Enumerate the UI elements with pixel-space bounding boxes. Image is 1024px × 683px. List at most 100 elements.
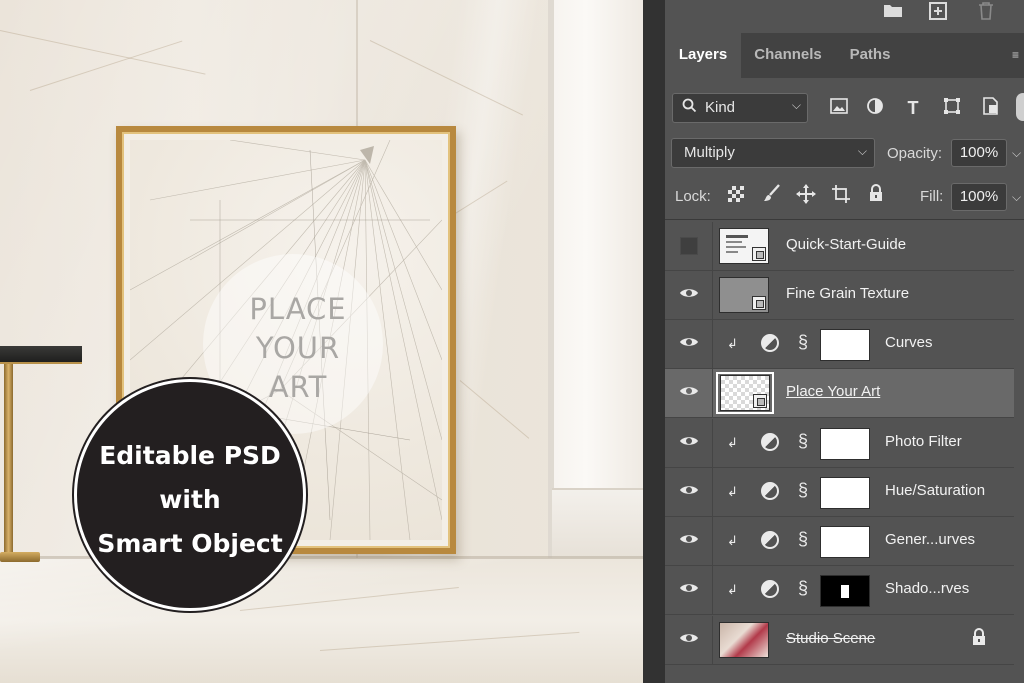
- layers-list-divider: [665, 219, 1024, 220]
- tab-label: Layers: [678, 46, 728, 63]
- new-layer-icon[interactable]: [927, 2, 949, 22]
- badge-line: Smart Object: [97, 529, 283, 558]
- opacity-chevron-icon[interactable]: ⌵: [1012, 139, 1024, 167]
- pillar: [548, 0, 643, 560]
- layer-name: Fine Grain Texture: [786, 285, 910, 302]
- layer-row[interactable]: ↲ § Curves: [665, 320, 1014, 369]
- layer-name: Gener...urves: [885, 531, 976, 548]
- eye-icon[interactable]: [679, 286, 699, 300]
- adjustment-layer-icon: [761, 580, 779, 598]
- type-filter-icon[interactable]: T: [902, 97, 924, 119]
- link-chain-icon[interactable]: §: [798, 332, 808, 353]
- shape-filter-icon[interactable]: [941, 97, 963, 119]
- eye-icon[interactable]: [679, 532, 699, 546]
- side-table-leg: [4, 364, 13, 560]
- layer-name: Photo Filter: [885, 433, 962, 450]
- visibility-off-box[interactable]: [680, 237, 698, 255]
- fill-input[interactable]: 100%: [951, 183, 1007, 211]
- link-chain-icon[interactable]: §: [798, 480, 808, 501]
- art-line: YOUR: [255, 331, 341, 365]
- link-chain-icon[interactable]: §: [798, 529, 808, 550]
- layer-row[interactable]: Quick-Start-Guide: [665, 222, 1014, 271]
- filter-kind-select[interactable]: Kind ⌵: [672, 93, 808, 123]
- mask-white-area: [841, 585, 849, 598]
- search-icon: [682, 98, 697, 117]
- layer-name: Curves: [885, 334, 933, 351]
- layer-mask-thumbnail[interactable]: [820, 477, 870, 509]
- panel-top-toolbar: [665, 0, 1024, 28]
- clipping-mask-icon: ↲: [727, 435, 738, 450]
- image-filter-icon[interactable]: [828, 97, 850, 119]
- layer-row[interactable]: ↲ § Shado...rves: [665, 566, 1014, 615]
- adjustment-filter-icon[interactable]: [864, 97, 886, 119]
- visibility-cell[interactable]: [665, 419, 713, 468]
- blend-mode-select[interactable]: Multiply ⌵: [671, 138, 875, 168]
- pillar-base: [552, 488, 643, 558]
- pillar-edge: [548, 0, 554, 560]
- link-chain-icon[interactable]: §: [798, 431, 808, 452]
- folder-icon[interactable]: [882, 2, 904, 22]
- marble-floor: [0, 558, 643, 683]
- fill-chevron-icon[interactable]: ⌵: [1012, 183, 1024, 211]
- adjustment-layer-icon: [761, 334, 779, 352]
- smart-object-filter-icon[interactable]: [980, 97, 1002, 119]
- visibility-cell[interactable]: [665, 369, 713, 418]
- eye-icon[interactable]: [679, 434, 699, 448]
- side-table-top: [0, 346, 82, 364]
- clipping-mask-icon: ↲: [727, 484, 738, 499]
- tab-channels[interactable]: Channels: [741, 33, 835, 78]
- layer-name: Studio Scene: [786, 630, 876, 647]
- layer-row[interactable]: Studio Scene: [665, 616, 1014, 665]
- side-table-foot: [0, 552, 40, 562]
- layer-row[interactable]: Fine Grain Texture: [665, 271, 1014, 320]
- smart-object-badge-icon: [752, 296, 766, 310]
- eye-icon[interactable]: [679, 483, 699, 497]
- filter-kind-label: Kind: [705, 99, 736, 116]
- layer-row-selected[interactable]: Place Your Art: [665, 369, 1014, 418]
- adjustment-layer-icon: [761, 531, 779, 549]
- eye-icon[interactable]: [679, 384, 699, 398]
- layer-mask-thumbnail[interactable]: [820, 526, 870, 558]
- smart-object-badge-icon: [752, 247, 766, 261]
- visibility-cell[interactable]: [665, 616, 713, 665]
- visibility-cell[interactable]: [665, 222, 713, 271]
- visibility-cell[interactable]: [665, 566, 713, 615]
- layer-row[interactable]: ↲ § Hue/Saturation: [665, 468, 1014, 517]
- eye-icon[interactable]: [679, 631, 699, 645]
- visibility-cell[interactable]: [665, 271, 713, 320]
- panel-menu-icon[interactable]: ≡: [1012, 48, 1024, 62]
- layer-mask-thumbnail[interactable]: [820, 575, 870, 607]
- clipping-mask-icon: ↲: [727, 336, 738, 351]
- lock-all-icon[interactable]: [864, 184, 888, 208]
- chevron-down-icon: ⌵: [791, 98, 801, 112]
- filter-toggle-switch[interactable]: [1016, 93, 1024, 121]
- tab-layers[interactable]: Layers: [665, 33, 741, 78]
- layer-thumbnail: [720, 375, 770, 411]
- layer-row[interactable]: ↲ § Gener...urves: [665, 517, 1014, 566]
- opacity-input[interactable]: 100%: [951, 139, 1007, 167]
- clipping-mask-icon: ↲: [727, 582, 738, 597]
- lock-artboard-icon[interactable]: [829, 184, 853, 208]
- blend-mode-value: Multiply: [684, 144, 735, 161]
- lock-pixels-icon[interactable]: [760, 184, 784, 208]
- editable-psd-badge: Editable PSD with Smart Object: [74, 379, 306, 611]
- lock-label: Lock:: [675, 188, 711, 205]
- opacity-label: Opacity:: [887, 145, 943, 162]
- layer-row[interactable]: ↲ § Photo Filter: [665, 419, 1014, 468]
- eye-icon[interactable]: [679, 581, 699, 595]
- lock-position-icon[interactable]: [794, 184, 818, 208]
- link-chain-icon[interactable]: §: [798, 578, 808, 599]
- trash-icon[interactable]: [975, 2, 997, 22]
- visibility-cell[interactable]: [665, 468, 713, 517]
- visibility-cell[interactable]: [665, 517, 713, 566]
- eye-icon[interactable]: [679, 335, 699, 349]
- smart-object-badge-icon: [753, 394, 767, 408]
- layer-name: Place Your Art: [786, 383, 881, 400]
- adjustment-layer-icon: [761, 433, 779, 451]
- tab-paths[interactable]: Paths: [835, 33, 905, 78]
- clipping-mask-icon: ↲: [727, 533, 738, 548]
- visibility-cell[interactable]: [665, 320, 713, 369]
- layer-mask-thumbnail[interactable]: [820, 329, 870, 361]
- lock-transparent-icon[interactable]: [724, 184, 748, 208]
- layer-mask-thumbnail[interactable]: [820, 428, 870, 460]
